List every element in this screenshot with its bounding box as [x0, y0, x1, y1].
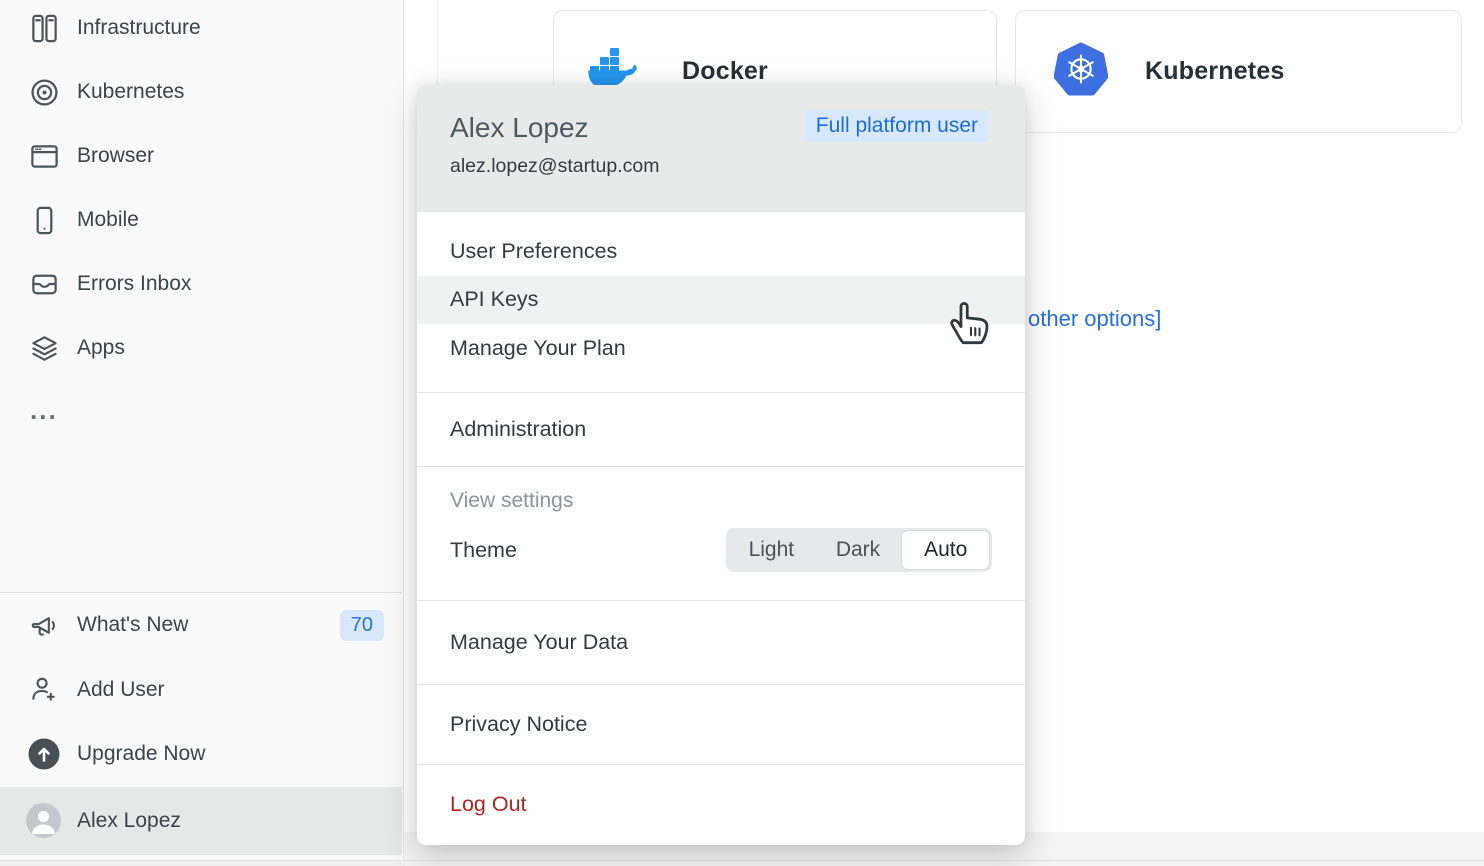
content-bottom-line: [404, 860, 1484, 861]
theme-label: Theme: [450, 538, 517, 563]
sidebar-more-button[interactable]: ...: [30, 386, 58, 434]
app-root: Docker Kubernetes other options]: [0, 0, 1484, 866]
menu-item-user-preferences[interactable]: User Preferences: [417, 227, 1025, 276]
target-icon: [28, 76, 60, 108]
theme-segmented-control: Light Dark Auto: [726, 528, 992, 572]
kubernetes-card[interactable]: Kubernetes: [1015, 10, 1462, 133]
sidebar-item-infrastructure[interactable]: Infrastructure: [0, 0, 402, 60]
user-type-badge: Full platform user: [805, 110, 989, 142]
view-settings-label: View settings: [417, 483, 1025, 519]
kubernetes-logo-icon: [1054, 42, 1108, 101]
theme-row: Theme Light Dark Auto: [417, 519, 1025, 581]
inbox-icon: [28, 268, 60, 300]
menu-item-api-keys[interactable]: API Keys: [417, 276, 1025, 325]
user-menu-email: alez.lopez@startup.com: [450, 155, 992, 178]
user-menu-group-privacy: Privacy Notice: [417, 685, 1025, 765]
sidebar-item-kubernetes[interactable]: Kubernetes: [0, 60, 402, 124]
menu-item-log-out[interactable]: Log Out: [417, 780, 527, 829]
menu-item-administration[interactable]: Administration: [417, 405, 586, 454]
sidebar-item-browser[interactable]: Browser: [0, 124, 402, 188]
other-options-link[interactable]: other options]: [1028, 306, 1161, 332]
sidebar-nav-bottom: What's New 70 Add User: [0, 593, 402, 855]
user-menu-group-admin: Administration: [417, 393, 1025, 467]
user-menu-group-data: Manage Your Data: [417, 601, 1025, 685]
whats-new-count-badge: 70: [340, 610, 384, 641]
add-user-icon: [28, 674, 60, 706]
avatar: [26, 803, 61, 838]
sidebar-user-name: Alex Lopez: [77, 809, 181, 833]
sidebar-item-apps[interactable]: Apps: [0, 316, 402, 380]
upgrade-arrow-icon: [28, 738, 60, 770]
sidebar-nav-top: Infrastructure Kubernetes: [0, 0, 402, 380]
sidebar-bottom-fill: [0, 861, 402, 866]
sidebar-item-upgrade-now[interactable]: Upgrade Now: [0, 722, 402, 787]
mobile-icon: [28, 204, 60, 236]
user-menu-dropdown: Alex Lopez alez.lopez@startup.com Full p…: [417, 85, 1025, 845]
browser-icon: [28, 140, 60, 172]
docker-card-title: Docker: [682, 57, 768, 86]
servers-icon: [28, 12, 60, 44]
user-menu-group-logout: Log Out: [417, 765, 1025, 844]
user-menu-group-account: User Preferences API Keys Manage Your Pl…: [417, 212, 1025, 393]
theme-option-auto[interactable]: Auto: [901, 530, 990, 570]
menu-item-manage-your-plan[interactable]: Manage Your Plan: [417, 324, 1025, 373]
kubernetes-card-title: Kubernetes: [1145, 57, 1285, 86]
theme-option-light[interactable]: Light: [728, 530, 815, 570]
sidebar-item-mobile[interactable]: Mobile: [0, 188, 402, 252]
sidebar-item-add-user[interactable]: Add User: [0, 658, 402, 723]
sidebar-item-errors-inbox[interactable]: Errors Inbox: [0, 252, 402, 316]
user-menu-group-view-settings: View settings Theme Light Dark Auto: [417, 467, 1025, 601]
sidebar: Infrastructure Kubernetes: [0, 0, 404, 866]
user-menu-header: Alex Lopez alez.lopez@startup.com Full p…: [417, 85, 1025, 212]
content-panel-divider: [437, 0, 438, 86]
sidebar-item-whats-new[interactable]: What's New 70: [0, 593, 402, 658]
theme-option-dark[interactable]: Dark: [815, 530, 902, 570]
menu-item-manage-your-data[interactable]: Manage Your Data: [417, 618, 628, 667]
menu-item-privacy-notice[interactable]: Privacy Notice: [417, 700, 587, 749]
layers-icon: [28, 332, 60, 364]
sidebar-user-row[interactable]: Alex Lopez: [0, 787, 402, 855]
megaphone-icon: [28, 609, 60, 641]
